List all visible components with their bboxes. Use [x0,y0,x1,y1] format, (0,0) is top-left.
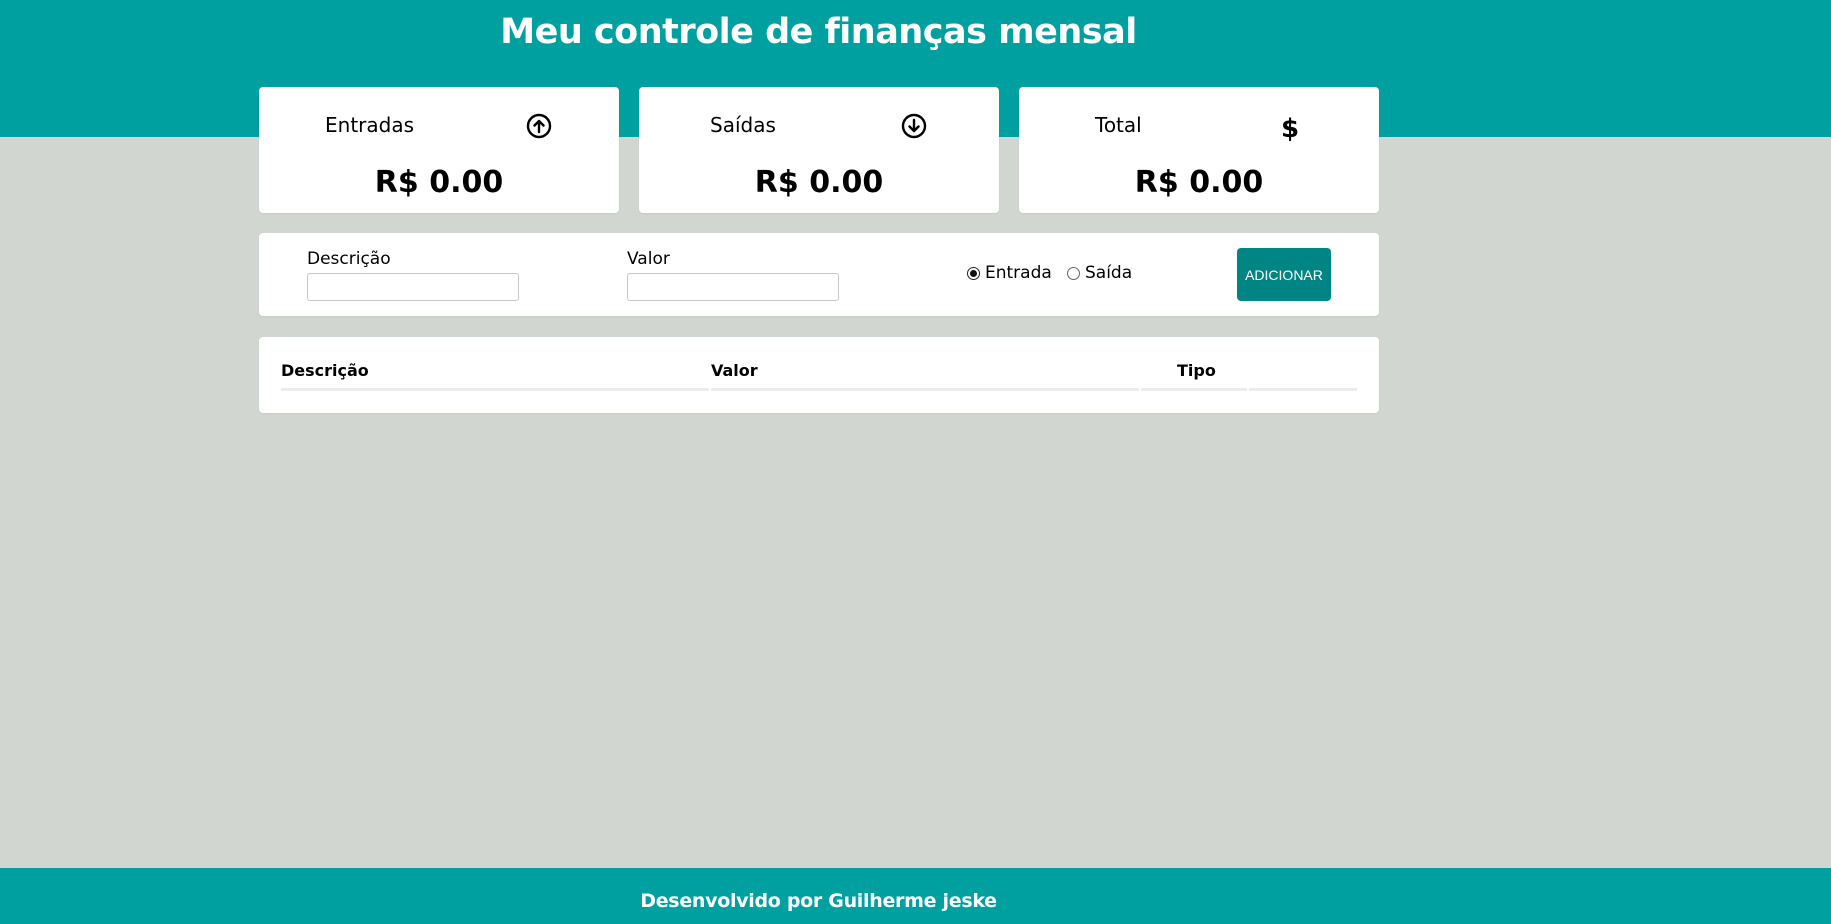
radio-entrada[interactable]: Entrada [967,263,1052,283]
entradas-card: Entradas R$ 0.00 [259,87,619,213]
descricao-label: Descrição [307,249,391,269]
dollar-icon: $ [1277,113,1303,144]
adicionar-button[interactable]: ADICIONAR [1237,248,1331,301]
arrow-up-circle-icon [526,113,552,139]
valor-input[interactable] [627,273,839,301]
th-valor: Valor [711,361,758,380]
saidas-value: R$ 0.00 [754,165,884,200]
entradas-value: R$ 0.00 [374,165,504,200]
page-title: Meu controle de finanças mensal [500,12,1137,52]
table-header-divider [281,388,709,391]
saidas-card: Saídas R$ 0.00 [639,87,999,213]
radio-saida-control[interactable] [1067,266,1080,280]
table-header-divider [1249,388,1357,391]
transactions-table: Descrição Valor Tipo [259,337,1379,413]
table-header-divider [1141,388,1247,391]
arrow-down-circle-icon [901,113,927,139]
table-header-divider [711,388,1139,391]
th-tipo: Tipo [1177,361,1216,380]
entradas-label: Entradas [325,113,415,137]
valor-label: Valor [627,249,670,269]
th-descricao: Descrição [281,361,369,380]
radio-saida[interactable]: Saída [1067,263,1132,283]
transaction-form: Descrição Valor Entrada Saída ADICIONAR [259,233,1379,316]
descricao-input[interactable] [307,273,519,301]
svg-text:$: $ [1281,114,1299,141]
total-label: Total [1095,113,1142,137]
total-card: Total $ R$ 0.00 [1019,87,1379,213]
radio-entrada-label[interactable]: Entrada [985,263,1052,283]
radio-entrada-control[interactable] [967,266,980,280]
footer-credit: Desenvolvido por Guilherme jeske [640,890,997,912]
total-value: R$ 0.00 [1134,165,1264,200]
radio-saida-label[interactable]: Saída [1085,263,1132,283]
footer-bar: Desenvolvido por Guilherme jeske [0,868,1831,924]
saidas-label: Saídas [710,113,776,137]
